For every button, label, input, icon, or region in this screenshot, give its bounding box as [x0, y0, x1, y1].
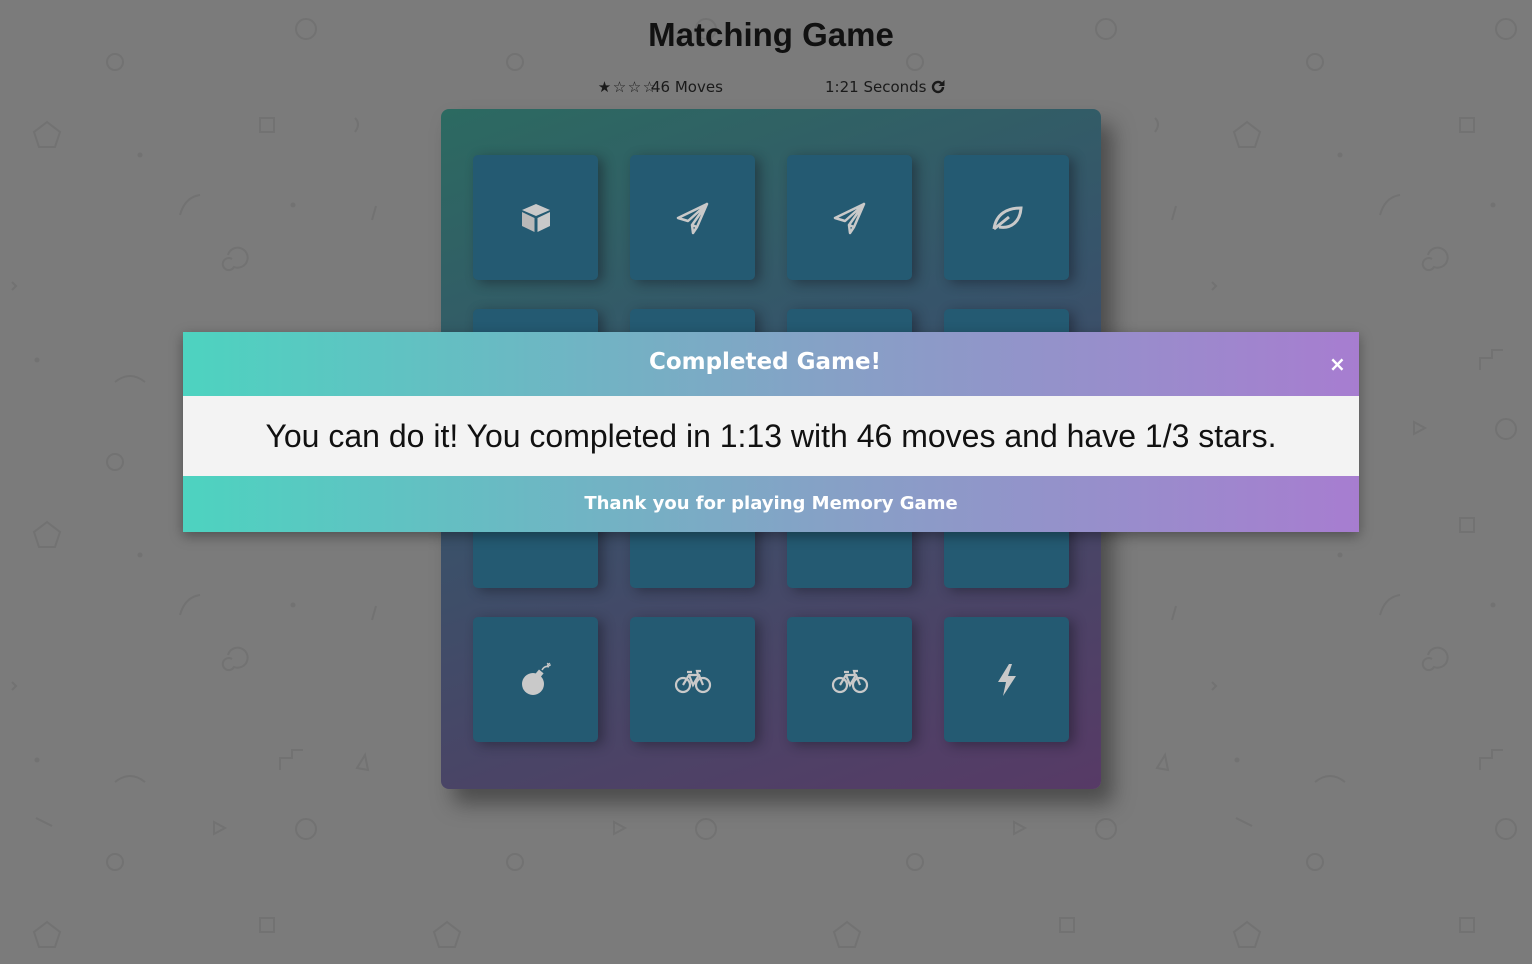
- paper-plane-icon: [833, 202, 865, 234]
- card[interactable]: [630, 155, 755, 280]
- card[interactable]: [944, 155, 1069, 280]
- bicycle-icon: [674, 669, 711, 693]
- bicycle-icon: [831, 669, 868, 693]
- close-icon[interactable]: ×: [1329, 354, 1346, 374]
- completion-message: You can do it! You completed in 1:13 wit…: [265, 418, 1277, 454]
- score-panel: ★ ☆ ☆ ☆ 46 Moves 1:21 Seconds: [597, 77, 947, 99]
- card[interactable]: [473, 617, 598, 742]
- modal-title: Completed Game!: [648, 349, 882, 375]
- page-title: Matching Game: [648, 16, 894, 53]
- star-icon: ★: [597, 78, 612, 96]
- cube-icon: [521, 203, 550, 232]
- timer: 1:21 Seconds: [825, 78, 927, 96]
- star-rating: ★ ☆ ☆ ☆: [597, 77, 657, 97]
- card[interactable]: [944, 617, 1069, 742]
- star-icon: ☆: [627, 78, 642, 96]
- completion-modal: Completed Game! × You can do it! You com…: [183, 332, 1359, 532]
- modal-body: You can do it! You completed in 1:13 wit…: [183, 396, 1359, 476]
- card[interactable]: [473, 155, 598, 280]
- modal-header: Completed Game! ×: [183, 332, 1359, 396]
- card[interactable]: [787, 617, 912, 742]
- card[interactable]: [630, 617, 755, 742]
- thank-you-message: Thank you for playing Memory Game: [584, 493, 958, 514]
- bomb-icon: [521, 662, 551, 695]
- bolt-icon: [997, 663, 1016, 696]
- modal-footer: Thank you for playing Memory Game: [183, 476, 1359, 532]
- star-icon: ☆: [612, 78, 627, 96]
- leaf-icon: [992, 205, 1023, 230]
- redo-icon[interactable]: [929, 78, 947, 96]
- paper-plane-icon: [676, 202, 708, 234]
- card[interactable]: [787, 155, 912, 280]
- moves-counter: 46 Moves: [651, 78, 723, 96]
